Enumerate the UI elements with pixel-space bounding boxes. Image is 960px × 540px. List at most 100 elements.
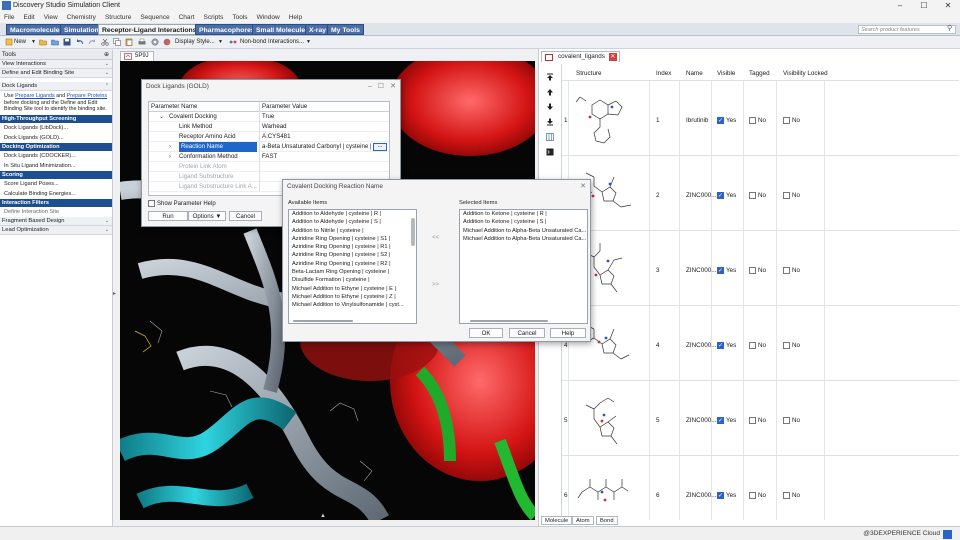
horizontal-scrollbar[interactable]: [470, 320, 548, 322]
table-row[interactable]: 6 6 ZINC000... ✓ Yes No No: [562, 455, 959, 520]
browse-reaction-button[interactable]: ...: [373, 143, 387, 151]
tagged-toggle[interactable]: No: [749, 267, 766, 274]
close-tab-icon[interactable]: ✕: [608, 53, 617, 61]
menu-window[interactable]: Window: [257, 12, 280, 23]
unchecked-checkbox-icon[interactable]: [749, 192, 756, 199]
ok-button[interactable]: OK: [469, 328, 503, 338]
tagged-toggle[interactable]: No: [749, 192, 766, 199]
new-icon[interactable]: [5, 38, 13, 46]
param-value[interactable]: Warhead: [259, 122, 389, 132]
section-fragment-based-design[interactable]: Fragment Based Design ⌄: [0, 216, 112, 226]
help-button[interactable]: Help: [550, 328, 586, 338]
menu-view[interactable]: View: [44, 12, 58, 23]
param-value[interactable]: [259, 162, 389, 172]
checked-checkbox-icon[interactable]: ✓: [717, 192, 724, 199]
minimize-icon[interactable]: –: [368, 80, 372, 94]
cancel-button[interactable]: Cancel: [229, 211, 262, 221]
open-icon[interactable]: [51, 38, 59, 46]
selected-items-list[interactable]: Addition to Ketone | cysteine | R | Addit…: [459, 209, 588, 324]
vertical-scrollbar[interactable]: [411, 218, 415, 246]
close-button[interactable]: ✕: [936, 0, 960, 12]
param-row-conformation-method[interactable]: › Conformation Method FAST: [149, 152, 389, 162]
print-icon[interactable]: [138, 38, 146, 46]
list-item[interactable]: Aziridine Ring Opening | cysteine | S1 |: [289, 235, 416, 243]
tagged-toggle[interactable]: No: [749, 342, 766, 349]
unchecked-checkbox-icon[interactable]: [749, 342, 756, 349]
unchecked-checkbox-icon[interactable]: [783, 192, 790, 199]
maximize-icon[interactable]: ☐: [378, 80, 384, 94]
list-item[interactable]: Disulfide Formation | cysteine |: [289, 276, 416, 284]
cut-icon[interactable]: [101, 38, 109, 46]
move-to-bottom-icon[interactable]: [546, 118, 554, 126]
show-parameter-help[interactable]: Show Parameter Help: [148, 200, 216, 207]
unchecked-checkbox-icon[interactable]: [783, 417, 790, 424]
col-visible[interactable]: Visible: [717, 70, 735, 77]
menu-chart[interactable]: Chart: [179, 12, 195, 23]
param-value[interactable]: True: [259, 112, 389, 122]
close-icon[interactable]: ✕: [580, 180, 586, 194]
col-structure[interactable]: Structure: [576, 70, 602, 77]
tool-calculate-binding-energies[interactable]: Calculate Binding Energies...: [0, 189, 112, 199]
tagged-toggle[interactable]: No: [749, 117, 766, 124]
param-value[interactable]: A:CYS481: [259, 132, 389, 142]
tool-in-situ-ligand-minimization[interactable]: In Situ Ligand Minimization...: [0, 161, 112, 171]
tool-define-interaction-site[interactable]: Define Interaction Site: [0, 207, 112, 217]
tool-dock-ligands-cdocker[interactable]: Dock Ligands (CDOCKER)...: [0, 151, 112, 161]
param-row-link-method[interactable]: Link Method Warhead: [149, 122, 389, 132]
remove-items-button[interactable]: <<: [432, 235, 439, 241]
display-style-palette-icon[interactable]: [163, 38, 171, 46]
available-items-list[interactable]: Addition to Aldehyde | cysteine | R | Add…: [288, 209, 417, 324]
show-parameter-help-checkbox[interactable]: [148, 200, 155, 207]
unchecked-checkbox-icon[interactable]: [749, 492, 756, 499]
checked-checkbox-icon[interactable]: ✓: [717, 267, 724, 274]
menu-structure[interactable]: Structure: [105, 12, 131, 23]
list-item[interactable]: Addition to Aldehyde | cysteine | R |: [289, 210, 416, 218]
list-item[interactable]: Aziridine Ring Opening | cysteine | S2 |: [289, 251, 416, 259]
tab-macromolecules[interactable]: Macromolecules: [6, 24, 68, 35]
viewer-tab-5p9j[interactable]: 5P9J: [120, 51, 154, 61]
section-view-interactions[interactable]: View Interactions ⌄: [0, 60, 112, 69]
param-row-protein-link-atom[interactable]: Protein Link Atom: [149, 162, 389, 172]
nonbond-dropdown-icon[interactable]: ▼: [306, 38, 311, 47]
tagged-toggle[interactable]: No: [749, 492, 766, 499]
display-style-dropdown-icon[interactable]: ▼: [218, 38, 223, 47]
locked-toggle[interactable]: No: [783, 192, 800, 199]
options-button[interactable]: Options ▼: [188, 211, 226, 221]
section-dock-ligands[interactable]: Dock Ligands ⌃: [0, 82, 112, 91]
tab-simulation[interactable]: Simulation: [60, 24, 103, 35]
locked-toggle[interactable]: No: [783, 342, 800, 349]
collapse-panel-arrow-icon[interactable]: ▸: [113, 290, 116, 297]
new-button[interactable]: New: [14, 38, 26, 47]
table-row[interactable]: 5 5 ZINC000... ✓ Yes No No: [562, 380, 959, 455]
table-row[interactable]: 33ZINC000...✓YesNoNo: [562, 230, 959, 305]
checked-checkbox-icon[interactable]: ✓: [717, 492, 724, 499]
menu-tools[interactable]: Tools: [232, 12, 247, 23]
tab-molecule[interactable]: Molecule: [541, 516, 573, 525]
list-item[interactable]: Addition to Ketone | cysteine | S |: [460, 218, 587, 226]
tool-dock-ligands-gold[interactable]: Dock Ligands (GOLD)...: [0, 133, 112, 143]
col-visibility-locked[interactable]: Visibility Locked: [783, 70, 828, 77]
nonbond-interactions-button[interactable]: Non-bond Interactions...: [240, 38, 304, 47]
tagged-toggle[interactable]: No: [749, 417, 766, 424]
col-index[interactable]: Index: [656, 70, 671, 77]
tab-bond[interactable]: Bond: [596, 516, 618, 525]
expand-toggle-icon[interactable]: ⌄: [159, 112, 164, 122]
paste-icon[interactable]: [125, 38, 133, 46]
menu-sequence[interactable]: Sequence: [140, 12, 169, 23]
list-item[interactable]: Addition to Ketone | cysteine | R |: [460, 210, 587, 218]
unchecked-checkbox-icon[interactable]: [783, 492, 790, 499]
list-item[interactable]: Aziridine Ring Opening | cysteine | R2 |: [289, 260, 416, 268]
tool-score-ligand-poses[interactable]: Score Ligand Poses...: [0, 179, 112, 189]
nonbond-interactions-icon[interactable]: [229, 38, 237, 46]
param-row-receptor-amino-acid[interactable]: Receptor Amino Acid A:CYS481: [149, 132, 389, 142]
undo-icon[interactable]: [76, 38, 84, 46]
search-input[interactable]: Search product features: [858, 25, 956, 34]
visible-toggle[interactable]: ✓ Yes: [717, 342, 736, 349]
unchecked-checkbox-icon[interactable]: [749, 267, 756, 274]
section-lead-optimization[interactable]: Lead Optimization ⌄: [0, 225, 112, 235]
tool-dock-ligands-libdock[interactable]: Dock Ligands (LibDock)...: [0, 123, 112, 133]
maximize-button[interactable]: ☐: [912, 0, 936, 12]
run-button[interactable]: Run: [148, 211, 188, 221]
list-item[interactable]: Addition to Nitrile | cysteine |: [289, 227, 416, 235]
copy-icon[interactable]: [113, 38, 121, 46]
